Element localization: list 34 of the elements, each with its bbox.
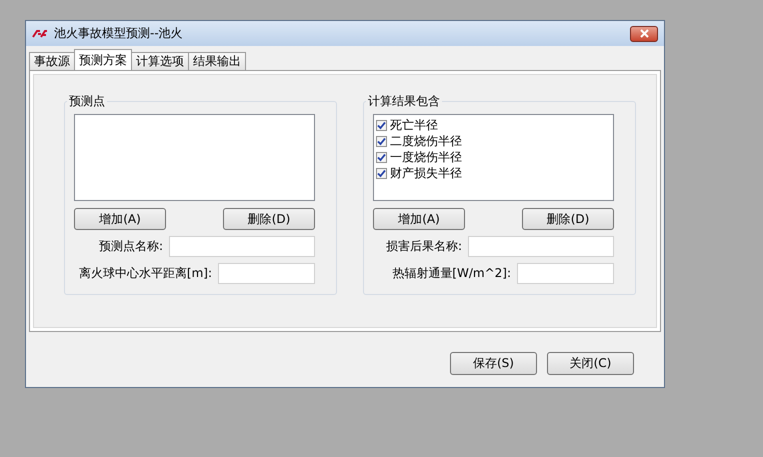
list-box[interactable]: 死亡半径 二度烧伤半径 一度烧伤半径 财产损失半径 — [373, 114, 614, 201]
checkbox[interactable] — [376, 152, 387, 162]
close-dialog-button[interactable]: 关闭(C) — [547, 352, 634, 375]
field-label: 损害后果名称: — [386, 238, 462, 255]
tab[interactable]: 结果输出 — [188, 52, 246, 70]
checkbox-label: 二度烧伤半径 — [390, 132, 462, 150]
checkbox-label: 死亡半径 — [390, 116, 438, 134]
tab[interactable]: 预测方案 — [74, 49, 132, 70]
input-field[interactable] — [517, 263, 614, 284]
field-label: 热辐射通量[W/m^2]: — [392, 265, 511, 282]
save-button[interactable]: 保存(S) — [450, 352, 537, 375]
tab[interactable]: 计算选项 — [131, 52, 189, 70]
delete-button[interactable]: 删除(D) — [223, 208, 315, 230]
close-icon — [640, 29, 648, 38]
input-field[interactable] — [169, 236, 315, 257]
input-field[interactable] — [218, 263, 315, 284]
checkbox[interactable] — [376, 168, 387, 178]
group-title: 计算结果包含 — [366, 94, 442, 108]
window-title: 池火事故模型预测--池火 — [54, 25, 183, 42]
list-box[interactable] — [74, 114, 315, 201]
add-button[interactable]: 增加(A) — [373, 208, 465, 230]
group-title: 预测点 — [67, 94, 107, 108]
input-field[interactable] — [468, 236, 614, 257]
close-button[interactable] — [630, 26, 658, 42]
checkbox-label: 一度烧伤半径 — [390, 148, 462, 166]
field-label: 离火球中心水平距离[m]: — [78, 265, 212, 282]
checkbox[interactable] — [376, 136, 387, 146]
delete-button[interactable]: 删除(D) — [522, 208, 614, 230]
app-logo-icon — [32, 28, 48, 38]
tab[interactable]: 事故源 — [29, 52, 75, 70]
add-button[interactable]: 增加(A) — [74, 208, 166, 230]
checkbox[interactable] — [376, 120, 387, 130]
field-label: 预测点名称: — [98, 238, 163, 255]
checkbox-label: 财产损失半径 — [390, 164, 462, 182]
